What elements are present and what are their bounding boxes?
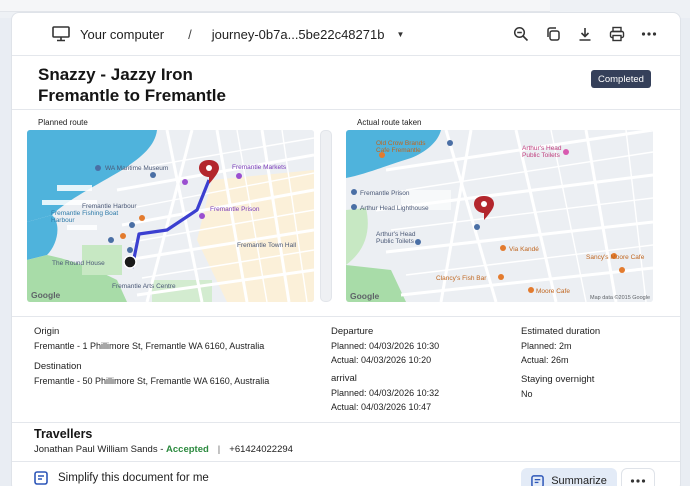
summarize-button[interactable]: Summarize	[521, 468, 617, 486]
svg-text:Public Toilets: Public Toilets	[376, 238, 415, 245]
svg-text:Fremantle Town Hall: Fremantle Town Hall	[237, 242, 297, 249]
traveller-row: Jonathan Paul William Sands - Accepted | +…	[34, 444, 293, 455]
planned-route-map[interactable]: WA Maritime Museum Fremantle Markets Fre…	[27, 130, 314, 302]
more-actions-button[interactable]	[621, 468, 655, 486]
zoom-out-icon[interactable]	[512, 25, 530, 43]
page-title: Snazzy - Jazzy Iron Fremantle to Fremant…	[38, 64, 226, 106]
simplify-label: Simplify this document for me	[58, 472, 209, 484]
overnight-label: Staying overnight	[521, 374, 595, 385]
svg-text:Google: Google	[31, 290, 61, 300]
svg-text:Arthur's Head: Arthur's Head	[376, 231, 416, 238]
departure-actual: Actual: 04/03/2026 10:20	[331, 355, 432, 365]
location-label[interactable]: Your computer	[80, 27, 164, 42]
breadcrumb-separator: /	[188, 26, 192, 42]
traveller-separator: |	[217, 444, 221, 455]
destination-value: Fremantle - 50 Phillimore St, Fremantle …	[34, 376, 270, 386]
summarize-icon	[531, 474, 545, 486]
duration-label: Estimated duration	[521, 326, 601, 337]
destination-label: Destination	[34, 361, 82, 372]
header-divider	[12, 109, 680, 110]
arrival-actual: Actual: 04/03/2026 10:47	[331, 402, 432, 412]
monitor-icon	[52, 26, 70, 42]
toolbar: Your computer / journey-0b7a...5be22c482…	[12, 13, 680, 55]
travellers-title: Travellers	[34, 427, 93, 441]
departure-label: Departure	[331, 326, 374, 337]
svg-text:Fremantle Markets: Fremantle Markets	[232, 164, 287, 171]
map-divider-handle[interactable]	[320, 130, 332, 302]
more-options-icon[interactable]	[640, 25, 658, 43]
svg-text:Google: Google	[350, 291, 380, 301]
breadcrumb: Your computer / journey-0b7a...5be22c482…	[52, 26, 404, 42]
svg-text:Fremantle Prison: Fremantle Prison	[360, 190, 410, 197]
background-strip	[0, 0, 550, 12]
details-divider	[12, 422, 680, 423]
svg-text:Map data ©2015 Google: Map data ©2015 Google	[590, 294, 650, 301]
travellers-divider	[12, 461, 680, 462]
svg-text:Moore Cafe: Moore Cafe	[536, 288, 570, 295]
svg-text:Arthur's Head: Arthur's Head	[522, 145, 562, 152]
toolbar-actions	[512, 25, 658, 43]
arrival-label: arrival	[331, 373, 357, 384]
svg-text:Via Kandé: Via Kandé	[509, 246, 539, 253]
svg-text:Fremantle Fishing Boat: Fremantle Fishing Boat	[51, 210, 118, 217]
arrival-planned: Planned: 04/03/2026 10:32	[331, 388, 440, 398]
document-sparkle-icon	[34, 471, 48, 485]
caret-down-icon[interactable]: ▼	[396, 30, 404, 39]
origin-value: Fremantle - 1 Phillimore St, Fremantle W…	[34, 341, 265, 351]
traveller-name: Jonathan Paul William Sands	[34, 444, 158, 455]
svg-text:Fremantle Arts Centre: Fremantle Arts Centre	[112, 283, 176, 290]
origin-label: Origin	[34, 326, 60, 337]
overnight-value: No	[521, 389, 533, 399]
status-badge: Completed	[591, 70, 651, 88]
document-panel: Your computer / journey-0b7a...5be22c482…	[11, 12, 681, 486]
svg-text:Cafe Fremantle: Cafe Fremantle	[376, 147, 421, 154]
actual-route-label: Actual route taken	[357, 118, 422, 127]
svg-text:Public Toilets: Public Toilets	[522, 152, 561, 159]
planned-route-label: Planned route	[38, 118, 88, 127]
title-line-1: Snazzy - Jazzy Iron	[38, 65, 193, 84]
simplify-prompt[interactable]: Simplify this document for me	[34, 471, 209, 485]
copy-icon[interactable]	[544, 25, 562, 43]
summarize-label: Summarize	[551, 475, 607, 486]
svg-text:WA Maritime Museum: WA Maritime Museum	[105, 165, 168, 172]
duration-actual: Actual: 26m	[521, 355, 569, 365]
departure-planned: Planned: 04/03/2026 10:30	[331, 341, 440, 351]
file-name[interactable]: journey-0b7a...5be22c48271b	[212, 27, 385, 42]
svg-text:The Round House: The Round House	[52, 260, 105, 267]
svg-text:Sancy's Moore Cafe: Sancy's Moore Cafe	[586, 254, 645, 261]
svg-text:Fremantle Harbour: Fremantle Harbour	[82, 203, 137, 210]
maps-divider	[12, 316, 680, 317]
toolbar-divider	[12, 55, 680, 56]
svg-text:Harbour: Harbour	[51, 217, 75, 224]
print-icon[interactable]	[608, 25, 626, 43]
download-icon[interactable]	[576, 25, 594, 43]
traveller-dash: -	[157, 444, 167, 455]
more-options-icon	[630, 479, 646, 483]
actual-route-map[interactable]: Old Crow Brands Cafe Fremantle Arthur's …	[346, 130, 653, 302]
duration-planned: Planned: 2m	[521, 341, 572, 351]
traveller-status: Accepted	[166, 444, 209, 455]
svg-text:Clancy's Fish Bar: Clancy's Fish Bar	[436, 275, 487, 282]
svg-text:Fremantle Prison: Fremantle Prison	[210, 206, 260, 213]
title-line-2: Fremantle to Fremantle	[38, 86, 226, 105]
svg-text:Arthur Head Lighthouse: Arthur Head Lighthouse	[360, 205, 429, 212]
traveller-phone[interactable]: +61424022294	[229, 444, 293, 455]
svg-text:Old Crow Brands: Old Crow Brands	[376, 140, 426, 147]
